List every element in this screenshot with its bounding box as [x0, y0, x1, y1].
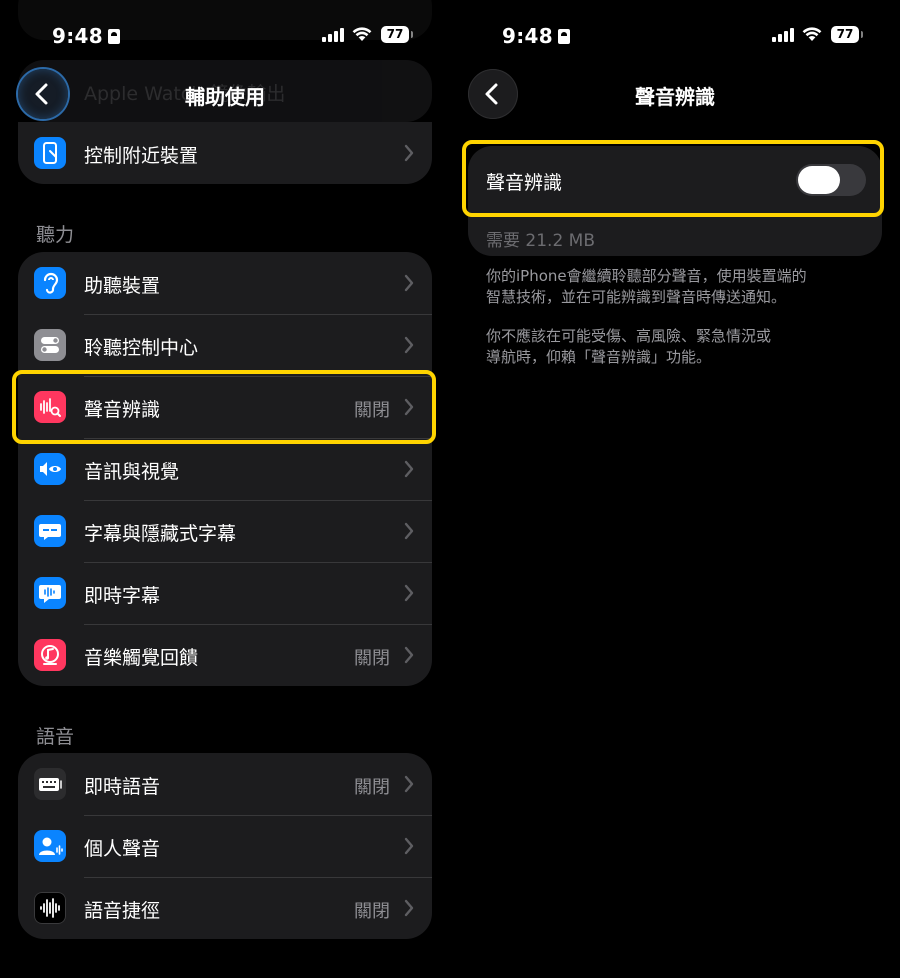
- captions-icon: [34, 515, 66, 547]
- row-label: 音樂觸覺回饋: [84, 647, 199, 669]
- chevron-right-icon: [404, 336, 414, 354]
- row-sound-recognition[interactable]: 聲音辨識 關閉: [18, 376, 432, 438]
- chevron-right-icon: [404, 460, 414, 478]
- row-personal-voice[interactable]: 個人聲音: [18, 815, 432, 877]
- sound-recognition-screen: 9:48 77 聲音辨識 聲音辨識 需要 21.2 MB 你的iPhone會繼續…: [450, 0, 900, 978]
- description-paragraph-1: 你的iPhone會繼續聆聽部分聲音，使用裝置端的 智慧技術，並在可能辨識到聲音時…: [486, 266, 856, 308]
- row-audio-visual[interactable]: 音訊與視覺: [18, 438, 432, 500]
- row-label: 音訊與視覺: [84, 461, 180, 483]
- row-label: 語音捷徑: [84, 900, 161, 922]
- row-label: 個人聲音: [84, 838, 161, 860]
- sound-recognition-switch[interactable]: [796, 164, 866, 196]
- row-label: 即時字幕: [84, 585, 161, 607]
- speech-card: 即時語音 關閉 個人聲音 語音捷徑 關閉: [18, 753, 432, 939]
- speech-section-header: 語音: [36, 726, 75, 748]
- page-title: 輔助使用: [185, 85, 265, 109]
- row-vocal-shortcuts[interactable]: 語音捷徑 關閉: [18, 877, 432, 939]
- toggle-label: 聲音辨識: [486, 172, 563, 194]
- battery-indicator: 77: [381, 26, 413, 43]
- description-line: 你不應該在可能受傷、高風險、緊急情況或: [486, 327, 772, 345]
- cellular-signal-icon: [772, 28, 794, 42]
- live-captions-icon: [34, 577, 66, 609]
- storage-requirement: 需要 21.2 MB: [486, 231, 595, 251]
- row-label: 助聽裝置: [84, 275, 161, 297]
- row-value: 關閉: [354, 901, 390, 922]
- chevron-right-icon: [404, 837, 414, 855]
- row-hearing-control-center[interactable]: 聆聽控制中心: [18, 314, 432, 376]
- wifi-icon: [802, 27, 822, 41]
- keyboard-icon: [34, 768, 66, 800]
- chevron-right-icon: [404, 775, 414, 793]
- row-value: 關閉: [354, 777, 390, 798]
- hearing-section-header: 聽力: [36, 224, 75, 246]
- cellular-signal-icon: [322, 28, 344, 42]
- hearing-card: 助聽裝置 聆聽控制中心 聲音辨識 關閉 音訊與視覺 字幕與隱藏式字幕 即時字幕 …: [18, 252, 432, 686]
- row-subtitles-captions[interactable]: 字幕與隱藏式字幕: [18, 500, 432, 562]
- toggles-icon: [34, 329, 66, 361]
- id-card-icon: [107, 29, 120, 44]
- row-music-haptics[interactable]: 音樂觸覺回饋 關閉: [18, 624, 432, 686]
- status-bar: 9:48 77: [450, 22, 900, 52]
- row-label: 字幕與隱藏式字幕: [84, 523, 237, 545]
- page-title: 聲音辨識: [635, 85, 715, 109]
- music-haptics-icon: [34, 639, 66, 671]
- switch-knob: [798, 166, 840, 194]
- speaker-eye-icon: [34, 453, 66, 485]
- device-control-icon: [34, 137, 66, 169]
- chevron-right-icon: [404, 899, 414, 917]
- description-line: 你的iPhone會繼續聆聽部分聲音，使用裝置端的: [486, 267, 807, 285]
- row-label: 聆聽控制中心: [84, 337, 199, 359]
- sound-recognition-toggle-row[interactable]: 聲音辨識: [468, 146, 882, 216]
- chevron-right-icon: [404, 646, 414, 664]
- id-card-icon: [557, 29, 570, 44]
- row-live-speech[interactable]: 即時語音 關閉: [18, 753, 432, 815]
- row-control-nearby-devices[interactable]: 控制附近裝置: [18, 122, 432, 184]
- battery-indicator: 77: [831, 26, 863, 43]
- nearby-devices-card: 控制附近裝置: [18, 122, 432, 184]
- waveform-icon: [34, 892, 66, 924]
- status-bar: 9:48 77: [0, 22, 450, 52]
- chevron-right-icon: [404, 274, 414, 292]
- chevron-right-icon: [404, 398, 414, 416]
- chevron-right-icon: [404, 584, 414, 602]
- row-live-captions[interactable]: 即時字幕: [18, 562, 432, 624]
- accessibility-screen: Apple Watch 鏡像輸出 9:48 77 輔助使用 控制附近裝置 聽力: [0, 0, 450, 978]
- sound-recognition-card: 聲音辨識 需要 21.2 MB: [468, 146, 882, 256]
- row-value: 關閉: [354, 648, 390, 669]
- wifi-icon: [352, 27, 372, 41]
- sound-recognition-icon: [34, 391, 66, 423]
- row-label: 聲音辨識: [84, 399, 161, 421]
- row-hearing-devices[interactable]: 助聽裝置: [18, 252, 432, 314]
- row-value: 關閉: [354, 400, 390, 421]
- description-line: 導航時，仰賴「聲音辨識」功能。: [486, 348, 712, 366]
- description-paragraph-2: 你不應該在可能受傷、高風險、緊急情況或 導航時，仰賴「聲音辨識」功能。: [486, 326, 856, 368]
- row-label: 控制附近裝置: [84, 145, 199, 167]
- status-time: 9:48: [52, 24, 120, 48]
- status-time: 9:48: [502, 24, 570, 48]
- description-line: 智慧技術，並在可能辨識到聲音時傳送通知。: [486, 288, 787, 306]
- chevron-right-icon: [404, 144, 414, 162]
- ear-icon: [34, 267, 66, 299]
- row-label: 即時語音: [84, 776, 161, 798]
- personal-voice-icon: [34, 830, 66, 862]
- chevron-right-icon: [404, 522, 414, 540]
